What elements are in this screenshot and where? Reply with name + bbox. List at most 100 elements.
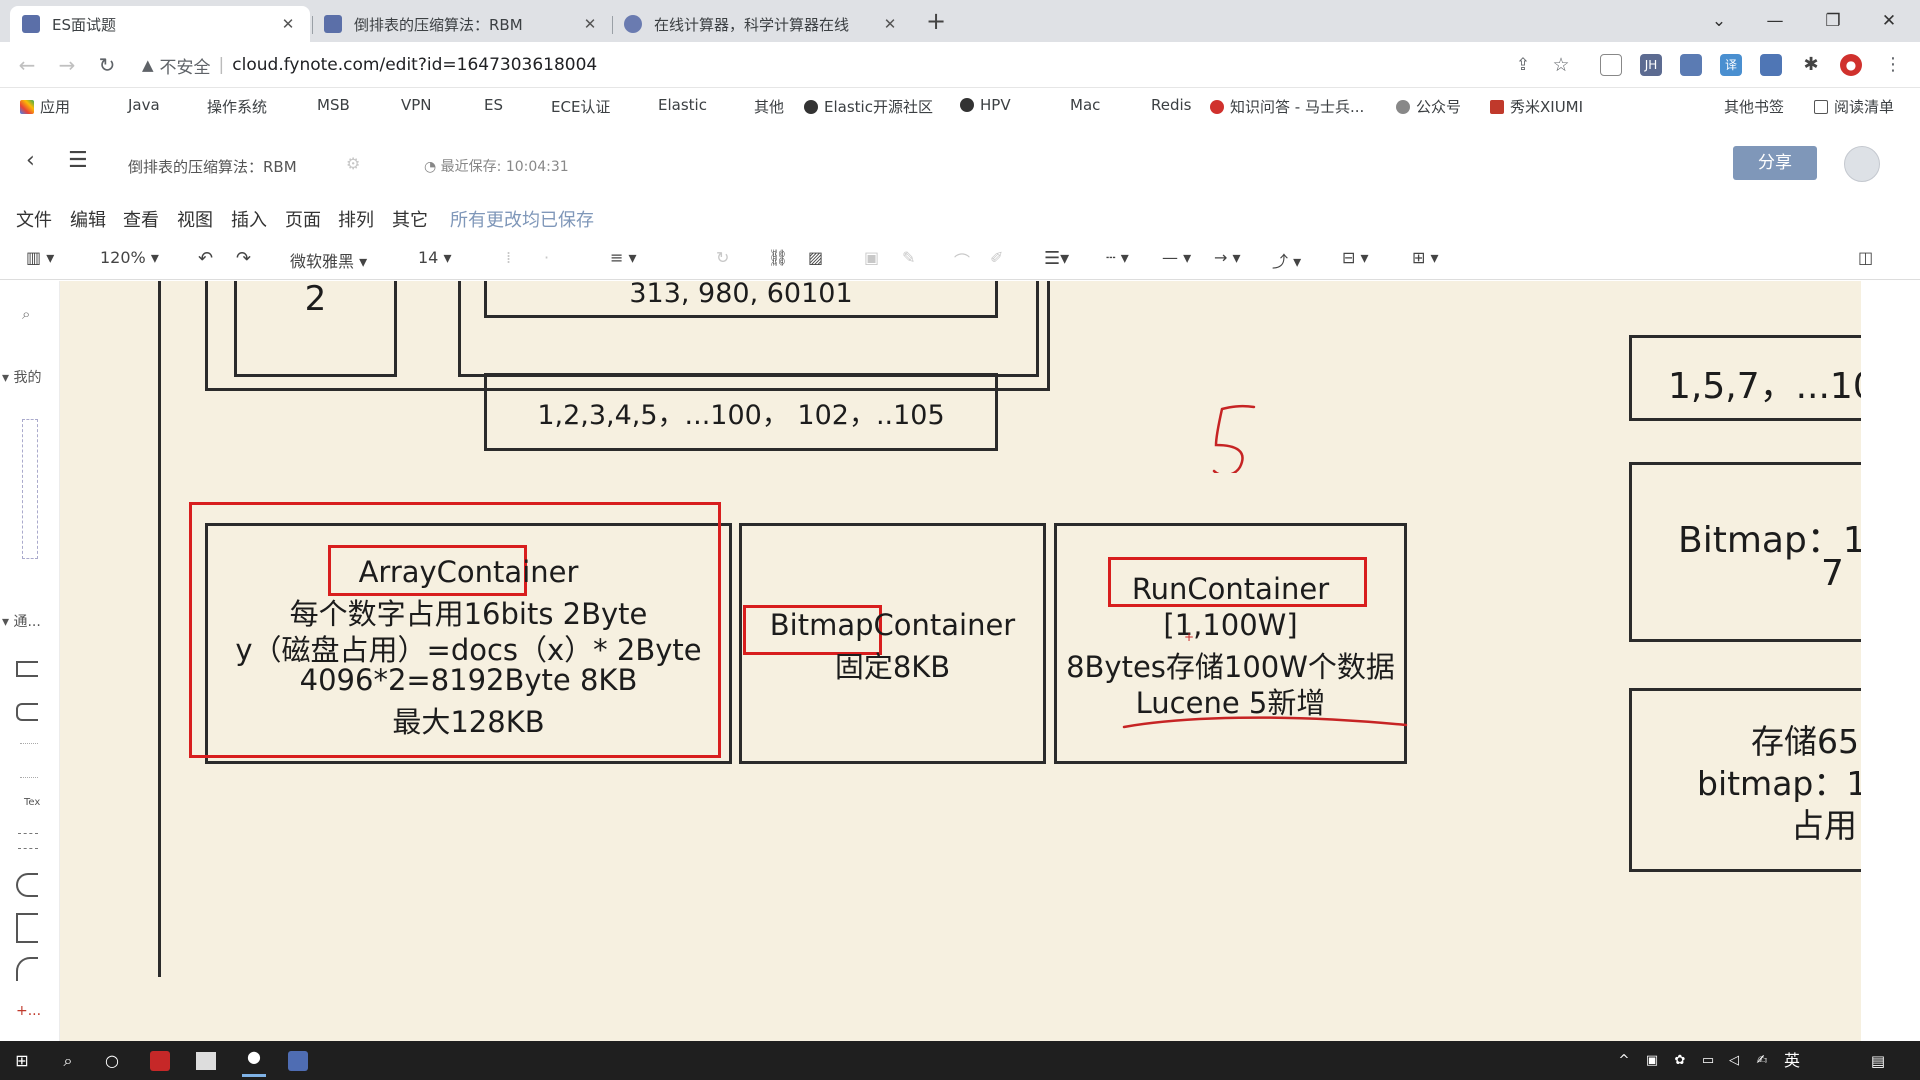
bookmark-elastic[interactable]: Elastic — [658, 96, 707, 114]
search-icon[interactable]: ⌕ — [22, 305, 30, 323]
text-shape-icon[interactable]: Tex — [24, 797, 40, 808]
bookmark-os[interactable]: 操作系统 — [207, 96, 267, 117]
arrow-icon[interactable]: → ▾ — [1214, 248, 1241, 267]
line-icon[interactable]: — ▾ — [1162, 248, 1191, 267]
arc-shape-icon[interactable] — [16, 957, 38, 981]
app-icon[interactable] — [150, 1051, 170, 1071]
menu-other[interactable]: 其它 — [392, 206, 428, 232]
reload-icon[interactable]: ↻ — [92, 50, 122, 80]
tray-app-icon[interactable]: ▣ — [1640, 1049, 1664, 1073]
tab-rbm[interactable]: 倒排表的压缩算法：RBM ✕ — [312, 6, 612, 42]
menu-view[interactable]: 查看 — [123, 206, 159, 232]
bookmark-elastic-community[interactable]: Elastic开源社区 — [804, 96, 933, 117]
bookmark-redis[interactable]: Redis — [1151, 96, 1191, 114]
close-icon[interactable]: ✕ — [278, 15, 298, 33]
align-icon[interactable]: ≡ ▾ — [610, 248, 637, 267]
general-shapes-header[interactable]: ▾ 通... — [2, 611, 41, 631]
hamburger-icon[interactable]: ☰ — [68, 148, 88, 173]
notification-icon[interactable]: ▤ — [1866, 1049, 1890, 1073]
video-extension-icon[interactable] — [1760, 54, 1782, 76]
drop-zone[interactable] — [22, 419, 38, 559]
rounded-rect-shape-icon[interactable] — [16, 703, 38, 721]
right-panel-icon[interactable]: ◫ — [1858, 248, 1873, 267]
italic-icon[interactable]: · — [544, 248, 549, 267]
speaker-icon[interactable]: ◁ — [1722, 1049, 1746, 1073]
close-icon[interactable]: ✕ — [580, 15, 600, 33]
restore-button[interactable]: ❐ — [1810, 6, 1856, 36]
bookmark-apps[interactable]: 应用 — [20, 96, 70, 117]
bookmark-msb[interactable]: MSB — [317, 96, 350, 114]
battery-icon[interactable]: ▭ — [1696, 1049, 1720, 1073]
bookmark-hpv[interactable]: HPV — [960, 96, 1011, 114]
tab-calculator[interactable]: 在线计算器，科学计算器在线 ✕ — [612, 6, 912, 42]
font-select[interactable]: 微软雅黑 ▾ — [290, 248, 367, 272]
line-weight-icon[interactable]: ☰▾ — [1044, 248, 1069, 269]
translate-icon[interactable]: 译 — [1720, 54, 1742, 76]
back-icon[interactable]: ← — [12, 50, 42, 80]
bookmark-ece[interactable]: ECE认证 — [551, 96, 610, 117]
jh-extension-icon[interactable]: JH — [1640, 54, 1662, 76]
rectangle-shape-icon[interactable] — [16, 661, 38, 677]
line-color-icon[interactable]: ✐ — [990, 248, 1003, 267]
translate-extension-icon[interactable] — [1680, 54, 1702, 76]
more-shapes-button[interactable]: +... — [16, 1003, 41, 1019]
menu-page[interactable]: 页面 — [285, 206, 321, 232]
avatar[interactable] — [1844, 146, 1880, 182]
kebab-menu-icon[interactable]: ⋮ — [1878, 50, 1908, 80]
menu-insert[interactable]: 插入 — [231, 206, 267, 232]
file-explorer-icon[interactable] — [196, 1052, 216, 1070]
bookmark-vpn[interactable]: VPN — [401, 96, 432, 114]
search-icon[interactable]: ⌕ — [56, 1049, 80, 1073]
textbox-shape-icon[interactable] — [18, 833, 38, 849]
panel-layout-icon[interactable]: ▥ ▾ — [26, 248, 54, 267]
ime-indicator[interactable]: 英 — [1780, 1049, 1804, 1073]
fynote-app-icon[interactable] — [288, 1051, 308, 1071]
address-input[interactable]: ▲ 不安全 | cloud.fynote.com/edit?id=1647303… — [142, 48, 1482, 82]
windows-start-icon[interactable]: ⊞ — [10, 1049, 34, 1073]
pen-icon[interactable]: ✍ — [1750, 1049, 1774, 1073]
share-button[interactable]: 分享 — [1733, 146, 1817, 180]
font-size-select[interactable]: 14 ▾ — [418, 248, 451, 267]
ellipse-shape-icon[interactable] — [16, 873, 38, 897]
connector-icon[interactable]: ⤴ ▾ — [1272, 248, 1301, 272]
undo-icon[interactable]: ↶ — [198, 248, 213, 269]
line-shape-icon[interactable] — [20, 743, 38, 744]
align-objects-icon[interactable]: ⊟ ▾ — [1342, 248, 1369, 267]
tray-app-icon[interactable]: ✿ — [1668, 1049, 1692, 1073]
my-shapes-header[interactable]: ▾ 我的 — [2, 367, 41, 387]
bold-icon[interactable]: ⁞ — [506, 248, 511, 267]
fill-icon[interactable]: ⌒ — [954, 248, 970, 272]
menu-views[interactable]: 视图 — [177, 206, 213, 232]
link-icon[interactable]: ⛓ — [768, 248, 788, 267]
task-view-icon[interactable]: ○ — [100, 1049, 124, 1073]
rotate-icon[interactable]: ↻ — [716, 248, 729, 267]
zoom-select[interactable]: 120% ▾ — [100, 248, 159, 267]
pen-icon[interactable]: ✎ — [902, 248, 915, 267]
tab-es-interview[interactable]: ES面试题 ✕ — [10, 6, 310, 42]
reading-list[interactable]: 阅读清单 — [1814, 96, 1894, 117]
puzzle-icon[interactable]: ✱ — [1800, 54, 1822, 76]
menu-arrange[interactable]: 排列 — [338, 206, 374, 232]
bookmark-mac[interactable]: Mac — [1070, 96, 1100, 114]
star-icon[interactable]: ☆ — [1546, 50, 1576, 80]
minimize-button[interactable]: — — [1752, 6, 1798, 36]
share-page-icon[interactable]: ⇪ — [1508, 50, 1538, 80]
bookmark-qa[interactable]: 知识问答 - 马士兵... — [1210, 96, 1364, 117]
tray-chevron-icon[interactable]: ^ — [1612, 1049, 1636, 1073]
chevron-down-icon[interactable]: ⌄ — [1696, 6, 1742, 36]
close-window-button[interactable]: ✕ — [1866, 6, 1912, 36]
bookmark-other-folder[interactable]: 其他书签 — [1724, 96, 1784, 117]
bookmark-other[interactable]: 其他 — [754, 96, 784, 117]
back-arrow-icon[interactable]: ‹ — [26, 148, 35, 173]
close-icon[interactable]: ✕ — [880, 15, 900, 33]
menu-file[interactable]: 文件 — [16, 206, 52, 232]
bookmark-wechat[interactable]: 公众号 — [1396, 96, 1461, 117]
bookmark-java[interactable]: Java — [128, 96, 160, 114]
image-icon[interactable]: ▨ — [808, 248, 823, 267]
profile-icon[interactable]: ● — [1840, 54, 1862, 76]
doc-title[interactable]: 倒排表的压缩算法：RBM — [128, 156, 297, 177]
copy-style-icon[interactable]: ▣ — [864, 248, 879, 267]
dotted-line-shape-icon[interactable] — [20, 777, 38, 778]
forward-icon[interactable]: → — [52, 50, 82, 80]
square-shape-icon[interactable] — [16, 913, 38, 943]
